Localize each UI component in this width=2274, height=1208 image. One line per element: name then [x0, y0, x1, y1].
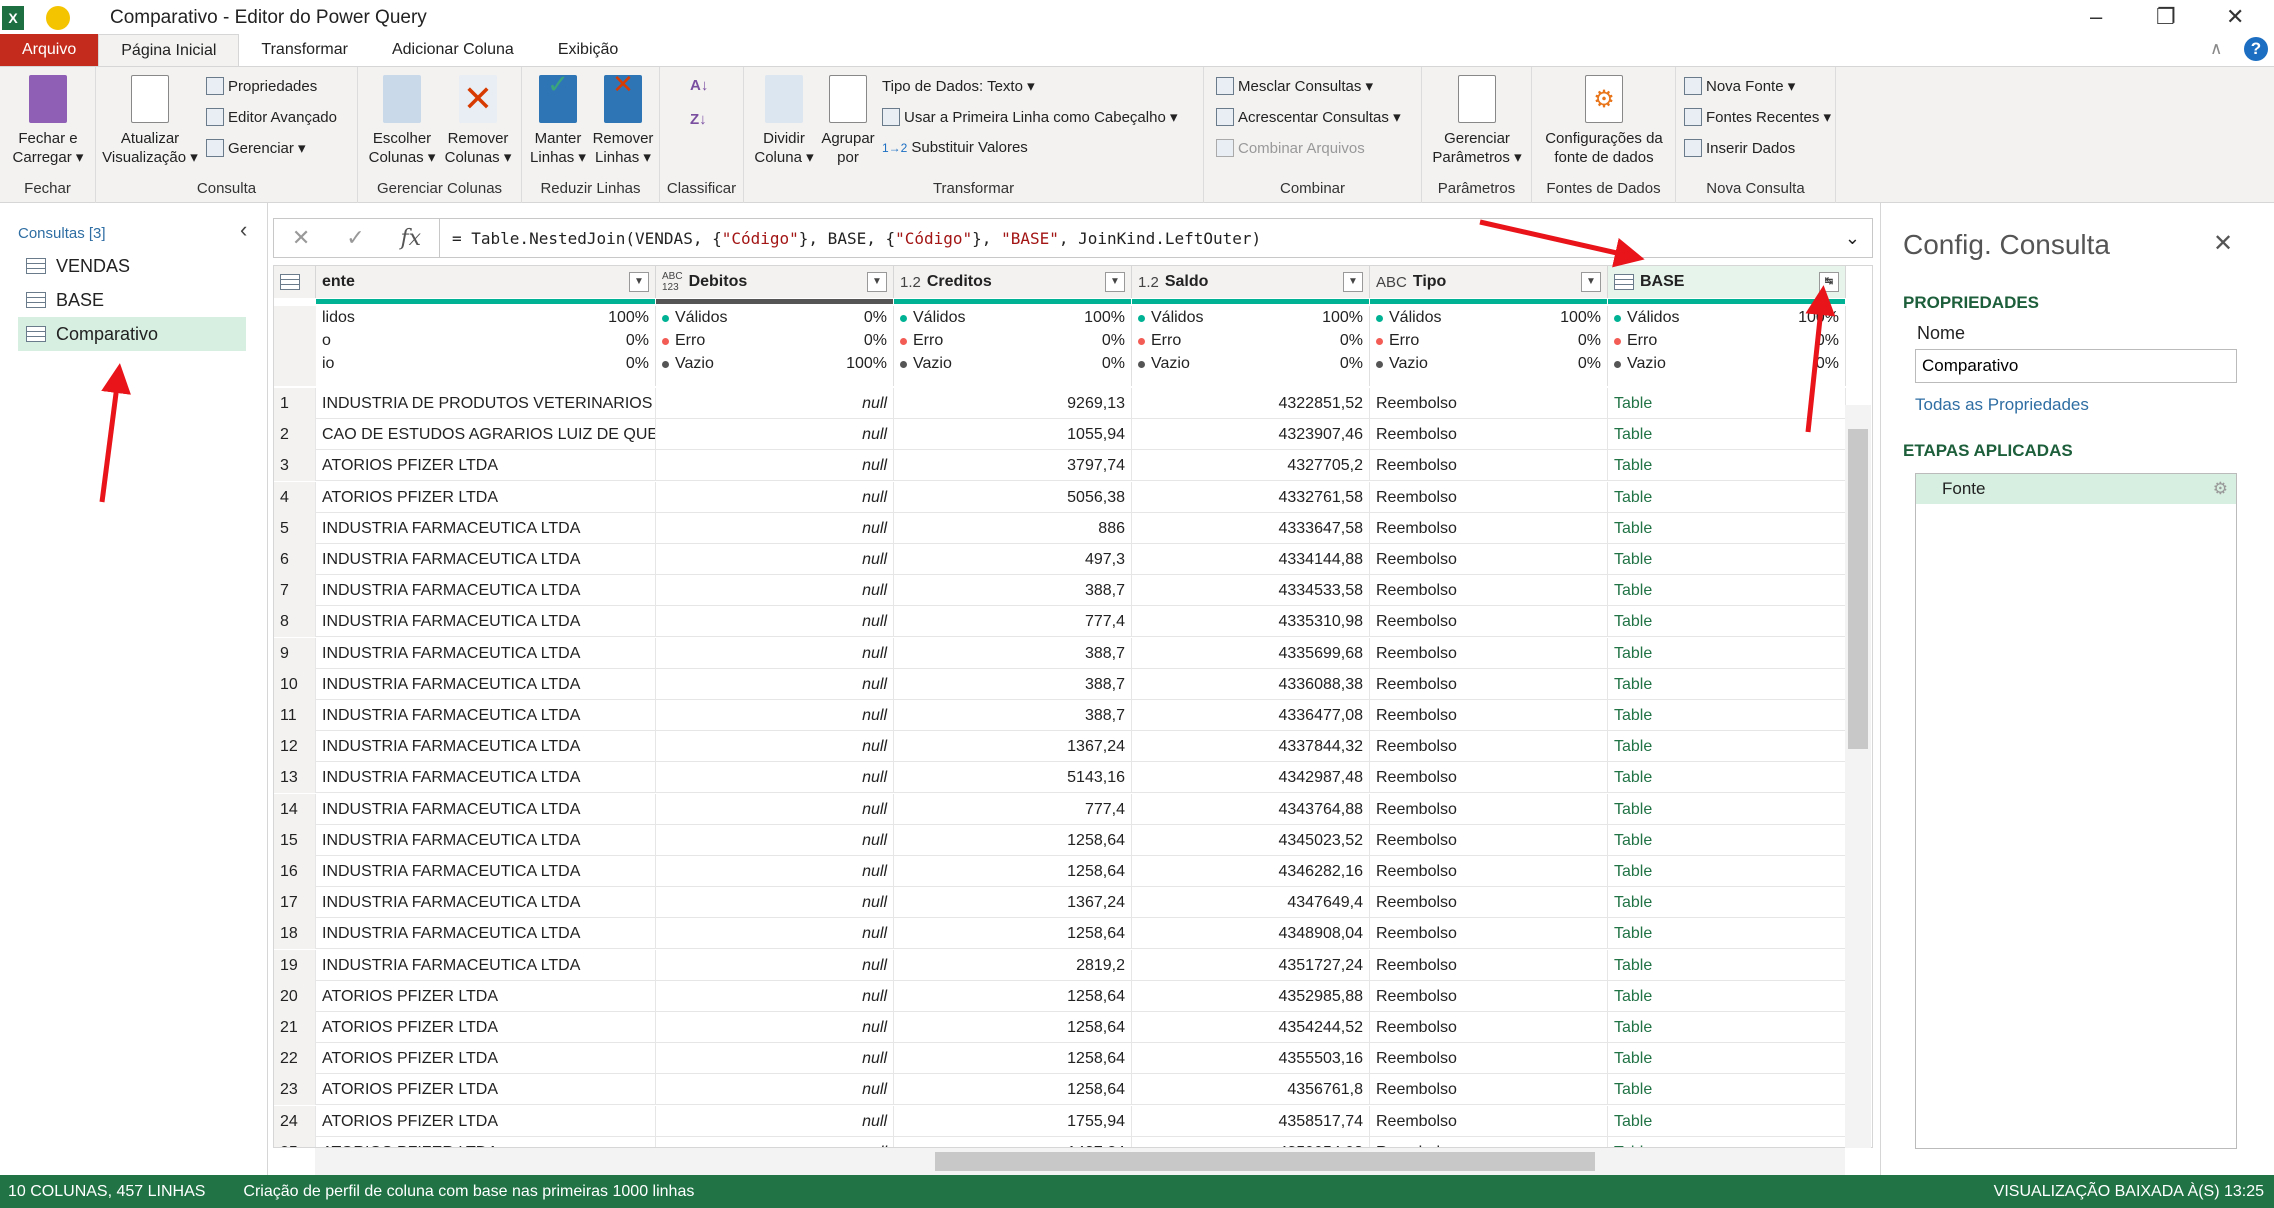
red-arrow: [1805, 285, 1836, 433]
red-arrow: [99, 363, 131, 503]
annotation-arrows: [99, 219, 1836, 503]
red-arrow: [1479, 219, 1645, 268]
